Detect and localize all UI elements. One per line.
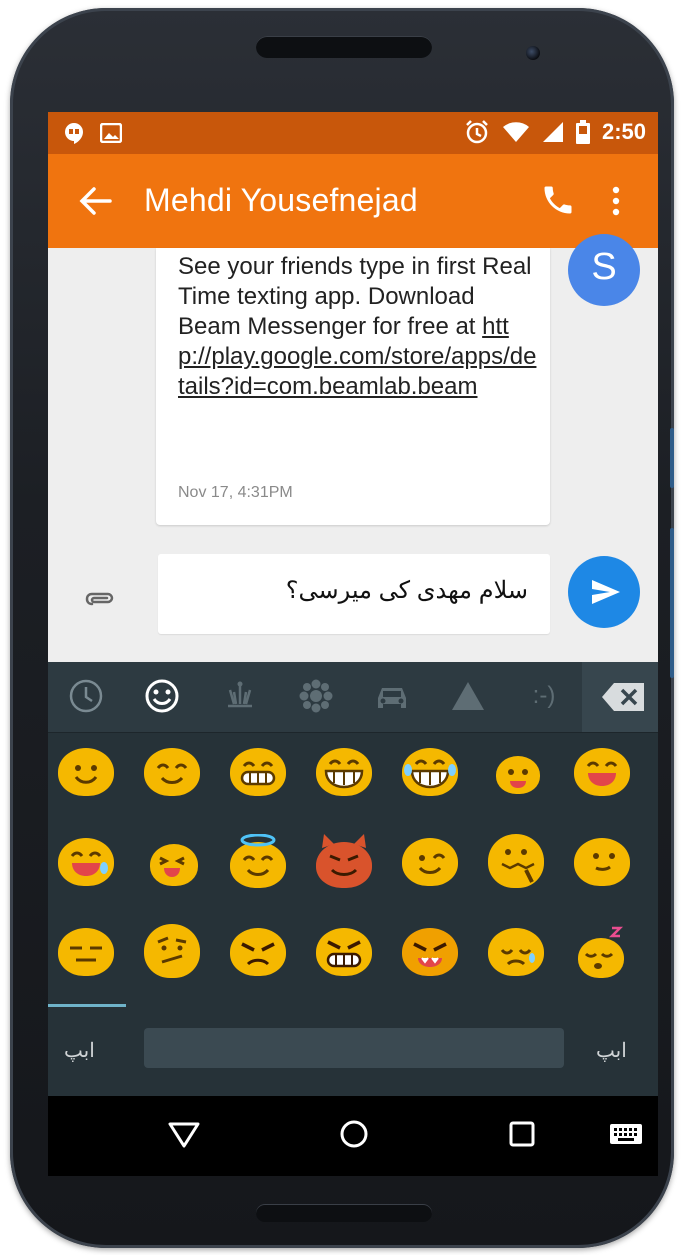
emoji-rage[interactable] xyxy=(400,924,460,978)
emoji-grid xyxy=(48,734,658,1004)
keyboard-bottom-row: ابپ ابپ xyxy=(48,1004,658,1096)
keyboard-icon[interactable] xyxy=(608,1116,644,1152)
emoji-sleeping[interactable] xyxy=(572,924,632,978)
send-icon xyxy=(592,580,620,604)
app-bar: Mehdi Yousefnejad xyxy=(48,154,658,248)
signal-icon xyxy=(542,122,563,142)
emoji-keyboard: :-) ابپ ابپ xyxy=(48,662,658,1096)
emoji-laughing-tears[interactable] xyxy=(400,744,460,798)
active-tab-indicator xyxy=(48,1004,126,1007)
emoji-halo[interactable] xyxy=(228,834,288,888)
bottom-speaker xyxy=(256,1204,432,1222)
message-input[interactable]: سلام مهدی کی میرسی؟ xyxy=(158,554,550,634)
image-icon xyxy=(100,123,122,143)
message-timestamp: Nov 17, 4:31PM xyxy=(178,484,293,501)
top-speaker xyxy=(256,36,432,58)
phone-icon[interactable] xyxy=(540,182,576,218)
emoji-sweat-smile[interactable] xyxy=(56,834,116,888)
message-input-text: سلام مهدی کی میرسی؟ xyxy=(285,577,528,604)
emoticon-icon[interactable]: :-) xyxy=(524,676,564,716)
emoji-neutral-smile[interactable] xyxy=(572,834,632,888)
emoji-smile-small[interactable] xyxy=(486,744,546,798)
emoji-squint-laugh[interactable] xyxy=(142,834,202,888)
back-arrow-icon[interactable] xyxy=(78,186,112,216)
recents-square-icon[interactable] xyxy=(504,1116,540,1152)
emoji-confused[interactable] xyxy=(142,924,202,978)
status-bar: 2:50 xyxy=(48,112,658,154)
screen: 2:50 Mehdi Yousefnejad See your friends … xyxy=(48,112,658,1176)
language-switch-right[interactable]: ابپ xyxy=(596,1038,627,1063)
emoji-happy-open[interactable] xyxy=(572,744,632,798)
emoji-angry[interactable] xyxy=(228,924,288,978)
conversation-title: Mehdi Yousefnejad xyxy=(144,182,418,218)
objects-icon[interactable] xyxy=(220,676,260,716)
avatar[interactable]: S xyxy=(568,234,640,306)
backspace-icon xyxy=(602,683,644,711)
front-camera xyxy=(526,46,540,60)
emoji-wink[interactable] xyxy=(400,834,460,888)
space-bar[interactable] xyxy=(144,1028,564,1068)
alarm-icon xyxy=(466,120,488,144)
emoji-category-bar: :-) xyxy=(48,662,658,733)
volume-button xyxy=(670,428,674,488)
status-time: 2:50 xyxy=(601,119,646,144)
recent-icon[interactable] xyxy=(66,676,106,716)
nature-icon[interactable] xyxy=(296,676,336,716)
symbols-icon[interactable] xyxy=(448,676,488,716)
backspace-button[interactable] xyxy=(582,662,658,732)
navigation-bar xyxy=(48,1096,658,1176)
hangouts-icon xyxy=(65,123,83,144)
phone-frame: 2:50 Mehdi Yousefnejad See your friends … xyxy=(10,8,674,1248)
wifi-icon xyxy=(502,122,529,142)
compose-bar: سلام مهدی کی میرسی؟ xyxy=(48,554,658,662)
emoji-zipper[interactable] xyxy=(486,834,546,888)
message-bubble[interactable]: See your friends type in first Real Time… xyxy=(156,248,550,525)
conversation-area[interactable]: See your friends type in first Real Time… xyxy=(48,234,658,662)
send-button[interactable] xyxy=(568,556,640,628)
message-body: See your friends type in first Real Time… xyxy=(178,253,532,340)
emoji-expressionless[interactable] xyxy=(56,924,116,978)
home-circle-icon[interactable] xyxy=(336,1116,372,1152)
language-switch-left[interactable]: ابپ xyxy=(64,1038,95,1063)
emoji-grimace-angry[interactable] xyxy=(314,924,374,978)
more-vert-icon[interactable] xyxy=(608,184,624,218)
back-triangle-icon[interactable] xyxy=(166,1116,202,1152)
emoji-grinning[interactable] xyxy=(314,744,374,798)
power-button xyxy=(670,528,674,678)
emoji-devil[interactable] xyxy=(314,834,374,888)
car-icon[interactable] xyxy=(372,676,412,716)
emoji-smile[interactable] xyxy=(56,744,116,798)
emoji-blush[interactable] xyxy=(142,744,202,798)
emoji-grin[interactable] xyxy=(228,744,288,798)
battery-icon xyxy=(575,120,590,144)
smiley-icon[interactable] xyxy=(142,676,182,716)
message-text: See your friends type in first Real Time… xyxy=(178,252,538,402)
attach-icon[interactable] xyxy=(84,584,118,612)
emoji-sad[interactable] xyxy=(486,924,546,978)
